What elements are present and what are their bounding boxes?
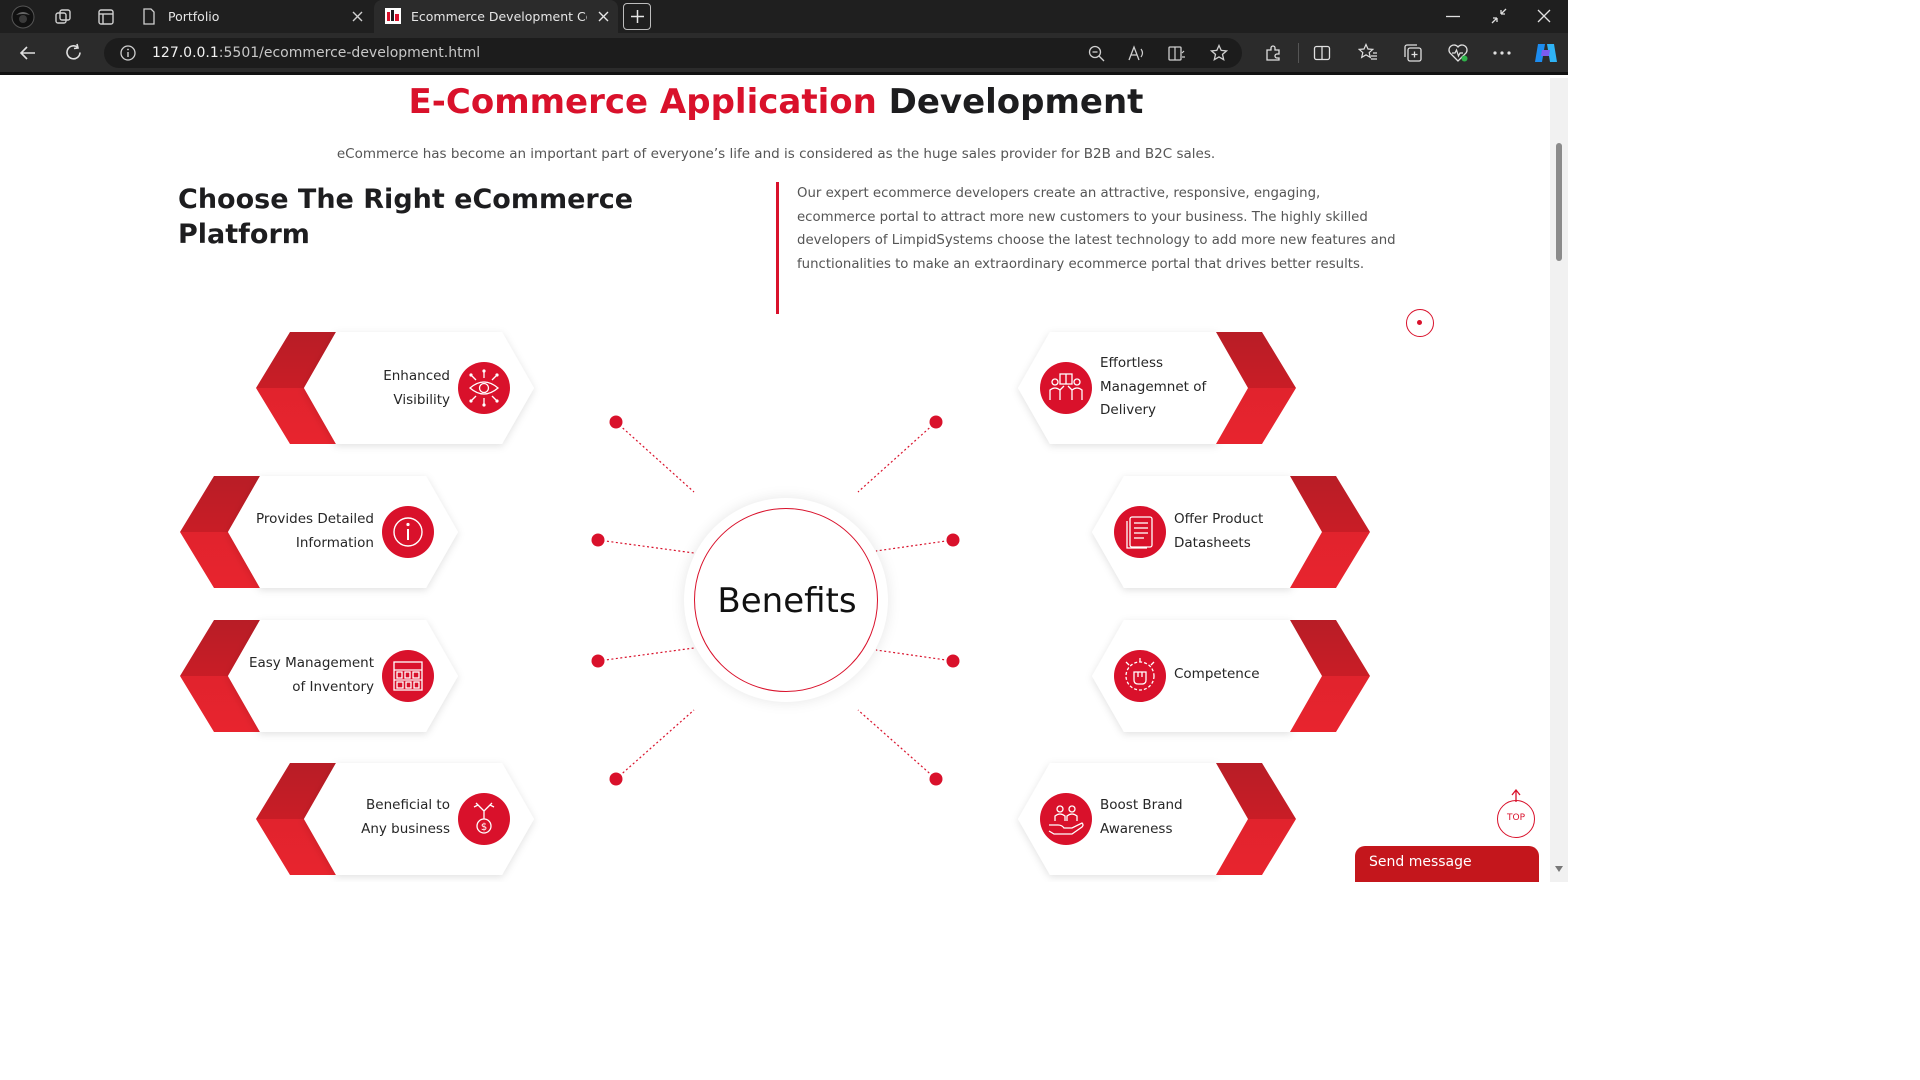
- benefit-card-detailed-information: Provides Detailed Information: [180, 476, 458, 588]
- page-content: E-Commerce Application Development eComm…: [0, 78, 1550, 882]
- profile-avatar-icon[interactable]: [10, 5, 36, 29]
- arrow-up-icon: [1511, 789, 1521, 802]
- benefits-ring: Benefits: [694, 508, 878, 692]
- card-label: Competence: [1174, 666, 1260, 682]
- tab-strip: Portfolio Ecommerce Development Comp: [0, 0, 1568, 33]
- restore-icon[interactable]: [1490, 7, 1508, 25]
- scrollbar-thumb[interactable]: [1556, 143, 1562, 261]
- benefit-card-competence: Competence: [1092, 620, 1370, 732]
- browser-essentials-icon[interactable]: [1447, 43, 1469, 63]
- minimize-icon[interactable]: [1446, 15, 1460, 18]
- card-label: Beneficial to Any business: [361, 797, 450, 837]
- zoom-out-icon[interactable]: [1088, 45, 1105, 62]
- eye-network-icon: [458, 362, 510, 414]
- tab-actions-icon[interactable]: [97, 8, 115, 26]
- read-aloud-icon[interactable]: [1128, 45, 1146, 62]
- page-scrollbar[interactable]: [1550, 78, 1568, 882]
- split-screen-icon[interactable]: [1313, 44, 1331, 62]
- close-tab-icon[interactable]: [352, 11, 363, 22]
- site-info-icon[interactable]: [120, 45, 136, 61]
- address-toolbar: 127.0.0.1:5501/ecommerce-development.htm…: [0, 33, 1568, 75]
- workspaces-icon[interactable]: [54, 8, 72, 26]
- close-window-icon[interactable]: [1537, 9, 1551, 23]
- info-icon: [382, 506, 434, 558]
- datasheet-icon: [1114, 506, 1166, 558]
- tab-title: Ecommerce Development Comp: [411, 9, 587, 24]
- extensions-icon[interactable]: [1264, 44, 1282, 62]
- benefit-card-delivery: Effortless Managemnet of Delivery: [1018, 332, 1296, 444]
- toolbar-divider: [1298, 43, 1299, 63]
- top-label: TOP: [1506, 813, 1525, 823]
- favorites-list-icon[interactable]: [1358, 43, 1378, 62]
- new-tab-button[interactable]: [623, 3, 651, 30]
- send-message-button[interactable]: Send message: [1355, 846, 1539, 882]
- more-options-icon[interactable]: [1493, 51, 1511, 55]
- benefit-card-enhanced-visibility: Enhanced Visibility: [256, 332, 534, 444]
- card-label: Easy Management of Inventory: [248, 655, 374, 695]
- delivery-people-icon: [1040, 362, 1092, 414]
- back-arrow-icon[interactable]: [19, 44, 37, 62]
- fist-competence-icon: [1114, 650, 1166, 702]
- tab-title: Portfolio: [168, 9, 220, 24]
- browser-window: Portfolio Ecommerce Development Comp: [0, 0, 1568, 882]
- scroll-down-arrow-icon[interactable]: [1555, 866, 1563, 872]
- benefit-card-brand-awareness: Boost Brand Awareness: [1018, 763, 1296, 875]
- card-label: Enhanced Visibility: [383, 368, 450, 408]
- immersive-reader-icon[interactable]: [1168, 45, 1187, 62]
- site-favicon-icon: [385, 8, 401, 24]
- send-message-label: Send message: [1369, 854, 1472, 870]
- address-bar[interactable]: 127.0.0.1:5501/ecommerce-development.htm…: [104, 38, 1242, 68]
- copilot-icon[interactable]: [1533, 41, 1559, 65]
- hand-people-icon: [1040, 793, 1092, 845]
- card-label: Effortless Managemnet of Delivery: [1100, 355, 1207, 418]
- favorite-star-icon[interactable]: [1210, 44, 1228, 62]
- card-label: Provides Detailed Information: [256, 511, 374, 551]
- benefit-card-datasheets: Offer Product Datasheets: [1092, 476, 1370, 588]
- benefits-label: Benefits: [717, 581, 857, 621]
- benefit-card-any-business: Beneficial to Any business $: [256, 763, 534, 875]
- benefits-center-circle: Benefits: [684, 498, 888, 702]
- tab-ecommerce[interactable]: Ecommerce Development Comp: [374, 0, 618, 33]
- tab-portfolio[interactable]: Portfolio: [130, 0, 370, 33]
- benefit-card-inventory: Easy Management of Inventory: [180, 620, 458, 732]
- svg-text:$: $: [481, 822, 487, 833]
- scroll-to-top-button[interactable]: TOP: [1497, 789, 1535, 838]
- refresh-icon[interactable]: [64, 43, 83, 62]
- url-text[interactable]: 127.0.0.1:5501/ecommerce-development.htm…: [152, 45, 480, 61]
- page-icon: [143, 8, 155, 25]
- card-label: Boost Brand Awareness: [1100, 797, 1183, 837]
- card-label: Offer Product Datasheets: [1174, 511, 1264, 551]
- collections-icon[interactable]: [1403, 43, 1423, 63]
- plus-icon: [631, 10, 644, 23]
- dollar-growth-icon: $: [458, 793, 510, 845]
- close-tab-icon[interactable]: [598, 11, 609, 22]
- inventory-shelf-icon: [382, 650, 434, 702]
